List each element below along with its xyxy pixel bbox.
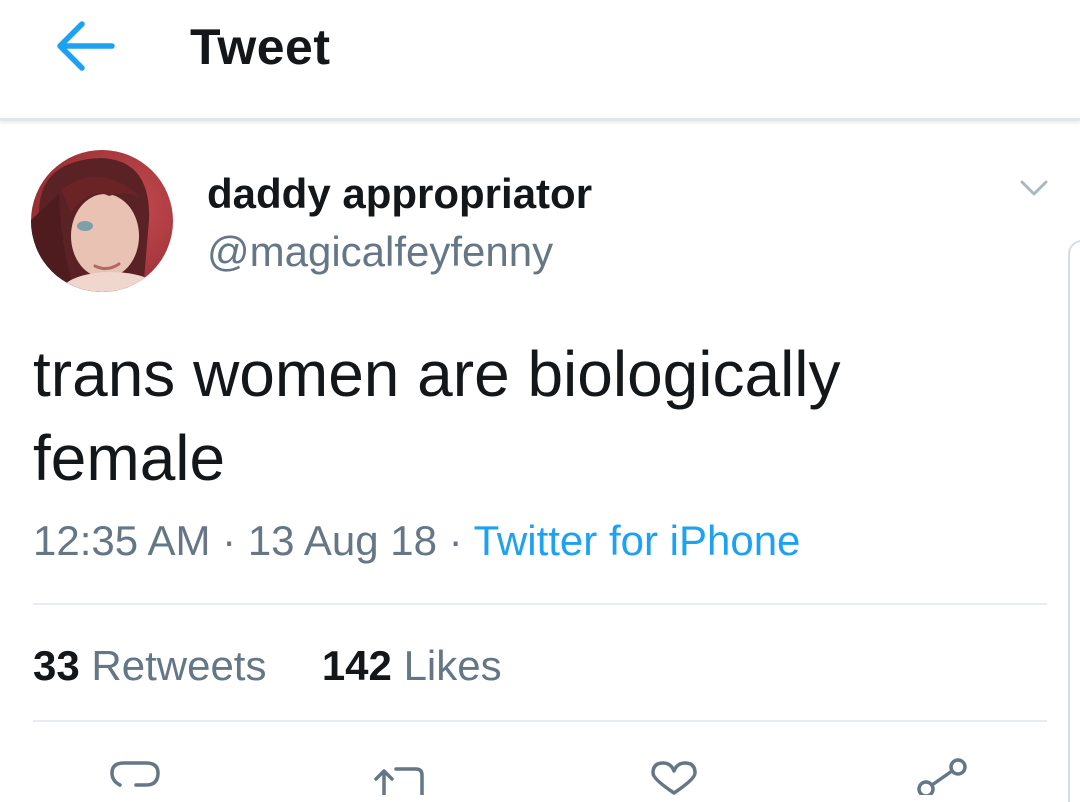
meta-separator: ·: [448, 517, 463, 564]
chevron-down-icon: [1020, 180, 1048, 196]
tweet-source-link[interactable]: Twitter for iPhone: [474, 517, 801, 564]
retweets-label: Retweets: [91, 642, 267, 689]
retweets-stat[interactable]: 33 Retweets: [33, 642, 266, 689]
profile-photo: [31, 150, 173, 292]
tweet-meta: 12:35 AM · 13 Aug 18 · Twitter for iPhon…: [33, 517, 800, 565]
reply-icon: [110, 761, 160, 787]
like-button[interactable]: [645, 755, 705, 795]
likes-count: 142: [321, 642, 392, 689]
scroll-edge: [1068, 240, 1080, 802]
meta-separator: ·: [222, 517, 237, 564]
reply-button[interactable]: [106, 755, 166, 795]
share-icon: [917, 758, 967, 798]
back-button[interactable]: [50, 18, 120, 74]
tweet-stats: 33 Retweets 142 Likes: [33, 642, 502, 690]
divider: [33, 720, 1047, 722]
tweet-menu-button[interactable]: [1014, 172, 1054, 206]
top-bar: Tweet: [0, 0, 1080, 121]
retweet-button[interactable]: [370, 755, 430, 797]
likes-stat[interactable]: 142 Likes: [322, 642, 502, 689]
likes-label: Likes: [403, 642, 502, 689]
retweet-icon: [374, 767, 424, 797]
like-icon: [651, 761, 697, 795]
retweets-count: 33: [33, 642, 80, 689]
share-button[interactable]: [912, 755, 972, 798]
tweet-text: trans women are biologically female: [33, 338, 841, 494]
page-title: Tweet: [190, 19, 331, 75]
user-handle[interactable]: @magicalfeyfenny: [207, 228, 553, 276]
tweet-date: 13 Aug 18: [247, 517, 437, 564]
arrow-left-icon: [57, 21, 115, 71]
divider: [33, 603, 1047, 605]
display-name[interactable]: daddy appropriator: [207, 170, 592, 218]
avatar[interactable]: [31, 150, 173, 292]
tweet-time: 12:35 AM: [33, 517, 211, 564]
